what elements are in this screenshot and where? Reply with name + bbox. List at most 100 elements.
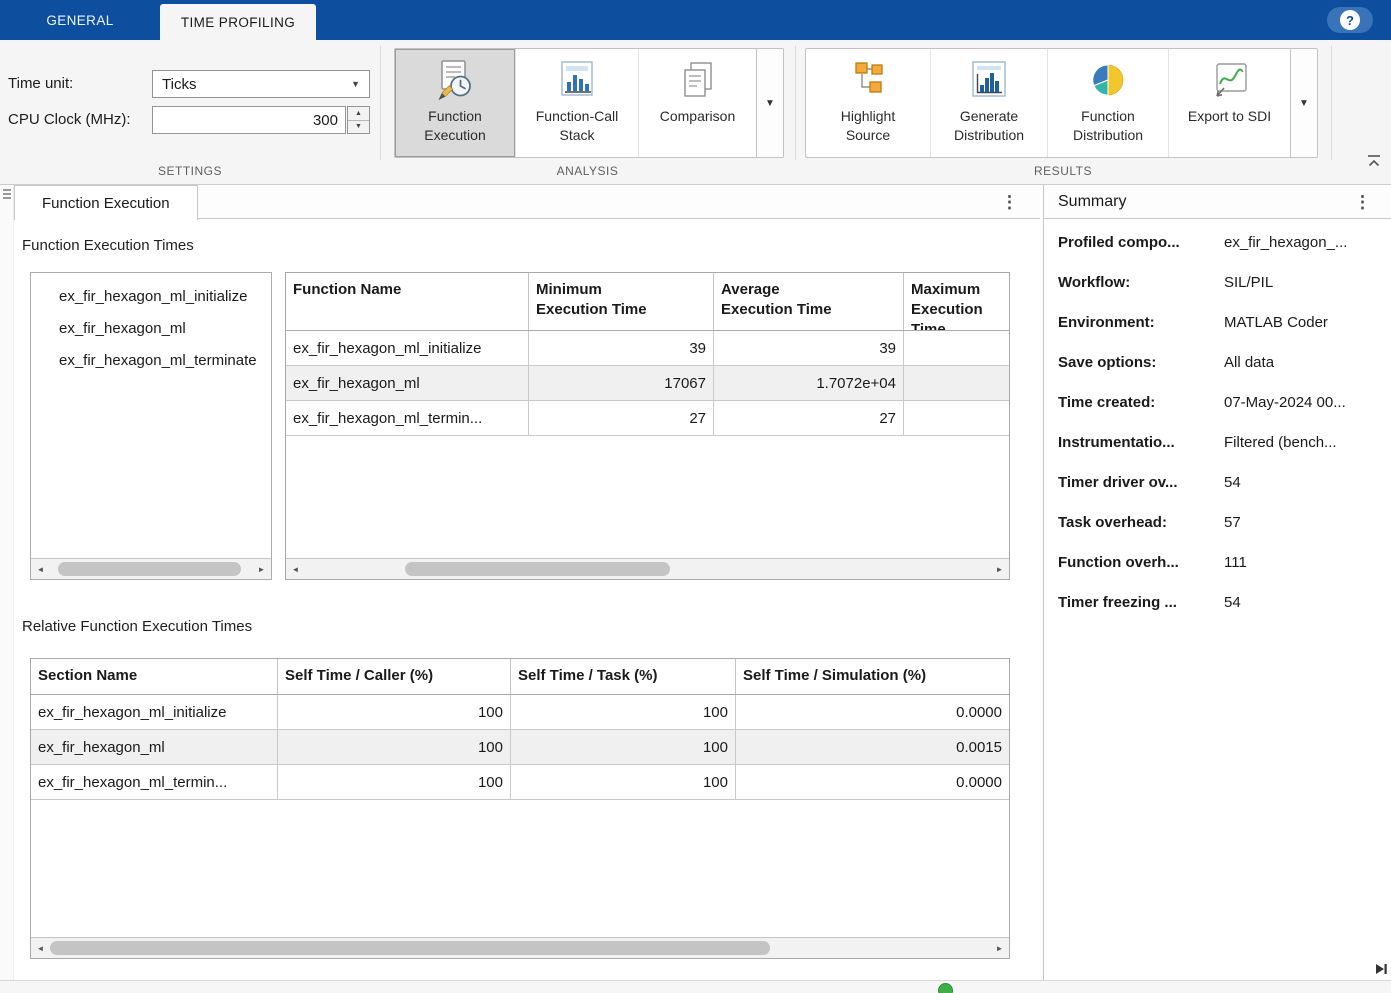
analysis-gallery: Function Execution Function-Call Stack	[394, 48, 784, 158]
highlight-source-label: Highlight Source	[841, 107, 895, 145]
generate-distribution-icon	[969, 59, 1009, 103]
spin-down-button[interactable]: ▼	[348, 120, 369, 134]
ribbon-separator	[380, 46, 381, 160]
summary-value: MATLAB Coder	[1224, 314, 1391, 331]
summary-value: SIL/PIL	[1224, 274, 1391, 291]
comparison-button[interactable]: Comparison	[638, 49, 756, 157]
settings-group-caption: SETTINGS	[0, 164, 380, 178]
exec-times-table: Function Name Minimum Execution Time Ave…	[285, 272, 1010, 580]
table-empty-area	[31, 800, 1009, 937]
generate-distribution-button[interactable]: Generate Distribution	[930, 49, 1047, 157]
scrollbar-thumb[interactable]	[58, 562, 241, 576]
function-list-item[interactable]: ex_fir_hexagon_ml_terminate	[31, 345, 271, 377]
collapse-ribbon-button[interactable]	[1362, 150, 1386, 172]
function-call-stack-button[interactable]: Function-Call Stack	[515, 49, 638, 157]
help-button[interactable]: ?	[1327, 7, 1373, 33]
skip-to-end-button[interactable]	[1372, 960, 1390, 978]
column-header[interactable]: Function Name	[286, 273, 529, 330]
column-header[interactable]: Section Name	[31, 659, 278, 694]
scrollbar-thumb[interactable]	[405, 562, 670, 576]
table-cell	[904, 366, 1009, 400]
scroll-right-button[interactable]: ►	[252, 559, 271, 579]
relative-times-table: Section Name Self Time / Caller (%) Self…	[30, 658, 1010, 959]
scroll-left-button[interactable]: ◄	[31, 559, 50, 579]
cpu-clock-stepper: ▲ ▼	[347, 106, 370, 134]
column-header[interactable]: Average Execution Time	[714, 273, 904, 330]
scroll-left-button[interactable]: ◄	[31, 938, 50, 958]
table-cell: 27	[714, 401, 904, 435]
table-row[interactable]: ex_fir_hexagon_ml_termin... 27 27	[286, 401, 1009, 436]
table-cell: ex_fir_hexagon_ml	[286, 366, 529, 400]
scrollbar-thumb[interactable]	[50, 941, 770, 955]
doc-panel-header: Function Execution ⋮	[14, 185, 1040, 219]
summary-menu-button[interactable]: ⋮	[1354, 193, 1371, 210]
scroll-right-button[interactable]: ►	[990, 559, 1009, 579]
table-row[interactable]: ex_fir_hexagon_ml_termin... 100 100 0.00…	[31, 765, 1009, 800]
summary-row: Task overhead: 57	[1058, 514, 1391, 554]
exec-table-header-row: Function Name Minimum Execution Time Ave…	[286, 273, 1009, 331]
summary-value: ex_fir_hexagon_...	[1224, 234, 1391, 251]
results-gallery-expand-button[interactable]: ▼	[1290, 49, 1317, 157]
function-execution-label: Function Execution	[424, 107, 485, 145]
table-cell: 1.7072e+04	[714, 366, 904, 400]
spin-down-icon: ▼	[355, 123, 362, 130]
spin-up-icon: ▲	[355, 110, 362, 117]
scrollbar-track[interactable]	[50, 559, 252, 579]
doc-panel-menu-button[interactable]: ⋮	[1001, 193, 1018, 210]
status-bar	[0, 980, 1391, 993]
table-empty-area	[286, 436, 1009, 558]
exec-table-hscrollbar: ◄ ►	[286, 558, 1009, 579]
column-header[interactable]: Self Time / Task (%)	[511, 659, 736, 694]
panel-splitter-gutter[interactable]	[0, 185, 14, 980]
function-list-item[interactable]: ex_fir_hexagon_ml	[31, 313, 271, 345]
summary-row: Instrumentatio... Filtered (bench...	[1058, 434, 1391, 474]
analysis-gallery-expand-button[interactable]: ▼	[756, 49, 783, 157]
summary-row: Save options: All data	[1058, 354, 1391, 394]
column-header[interactable]: Self Time / Caller (%)	[278, 659, 511, 694]
scrollbar-track[interactable]	[50, 938, 990, 958]
function-list-item[interactable]: ex_fir_hexagon_ml_initialize	[31, 281, 271, 313]
function-distribution-icon	[1088, 59, 1128, 103]
summary-value: 57	[1224, 514, 1391, 531]
listbox-hscrollbar: ◄ ►	[31, 558, 271, 579]
column-header[interactable]: Self Time / Simulation (%)	[736, 659, 1009, 694]
highlight-source-button[interactable]: Highlight Source	[806, 49, 930, 157]
tab-time-profiling[interactable]: TIME PROFILING	[160, 4, 316, 40]
summary-title: Summary	[1058, 193, 1126, 211]
summary-label: Environment:	[1058, 314, 1224, 331]
table-cell	[904, 401, 1009, 435]
export-to-sdi-button[interactable]: Export to SDI	[1168, 49, 1290, 157]
function-execution-button[interactable]: Function Execution	[395, 49, 515, 157]
scroll-right-button[interactable]: ►	[990, 938, 1009, 958]
rel-times-section-title: Relative Function Execution Times	[22, 618, 252, 635]
summary-label: Workflow:	[1058, 274, 1224, 291]
scroll-left-button[interactable]: ◄	[286, 559, 305, 579]
column-header[interactable]: Maximum Execution Time	[904, 273, 1009, 330]
table-cell: 0.0000	[736, 695, 1009, 729]
table-cell: 0.0000	[736, 765, 1009, 799]
summary-body: Profiled compo... ex_fir_hexagon_... Wor…	[1044, 220, 1391, 980]
cpu-clock-input[interactable]: 300	[152, 106, 346, 134]
table-row[interactable]: ex_fir_hexagon_ml_initialize 39 39	[286, 331, 1009, 366]
chevron-down-icon: ▼	[765, 98, 775, 109]
table-cell: ex_fir_hexagon_ml_termin...	[286, 401, 529, 435]
chevron-down-icon: ▼	[1299, 98, 1309, 109]
summary-label: Timer driver ov...	[1058, 474, 1224, 491]
spin-up-button[interactable]: ▲	[348, 107, 369, 120]
column-header[interactable]: Minimum Execution Time	[529, 273, 714, 330]
doc-tab-function-execution[interactable]: Function Execution	[14, 185, 198, 220]
function-distribution-button[interactable]: Function Distribution	[1047, 49, 1168, 157]
table-row[interactable]: ex_fir_hexagon_ml_initialize 100 100 0.0…	[31, 695, 1009, 730]
scrollbar-track[interactable]	[305, 559, 990, 579]
time-unit-dropdown[interactable]: Ticks ▼	[152, 70, 370, 98]
table-cell: 100	[278, 695, 511, 729]
table-cell: ex_fir_hexagon_ml_termin...	[31, 765, 278, 799]
table-row[interactable]: ex_fir_hexagon_ml 100 100 0.0015	[31, 730, 1009, 765]
summary-value: 07-May-2024 00...	[1224, 394, 1391, 411]
summary-panel: Summary ⋮ Profiled compo... ex_fir_hexag…	[1043, 185, 1391, 980]
table-row[interactable]: ex_fir_hexagon_ml 17067 1.7072e+04	[286, 366, 1009, 401]
function-call-stack-label: Function-Call Stack	[536, 107, 618, 145]
table-cell: 39	[714, 331, 904, 365]
tab-general[interactable]: GENERAL	[0, 0, 160, 40]
ribbon: Time unit: Ticks ▼ CPU Clock (MHz): 300 …	[0, 40, 1391, 185]
